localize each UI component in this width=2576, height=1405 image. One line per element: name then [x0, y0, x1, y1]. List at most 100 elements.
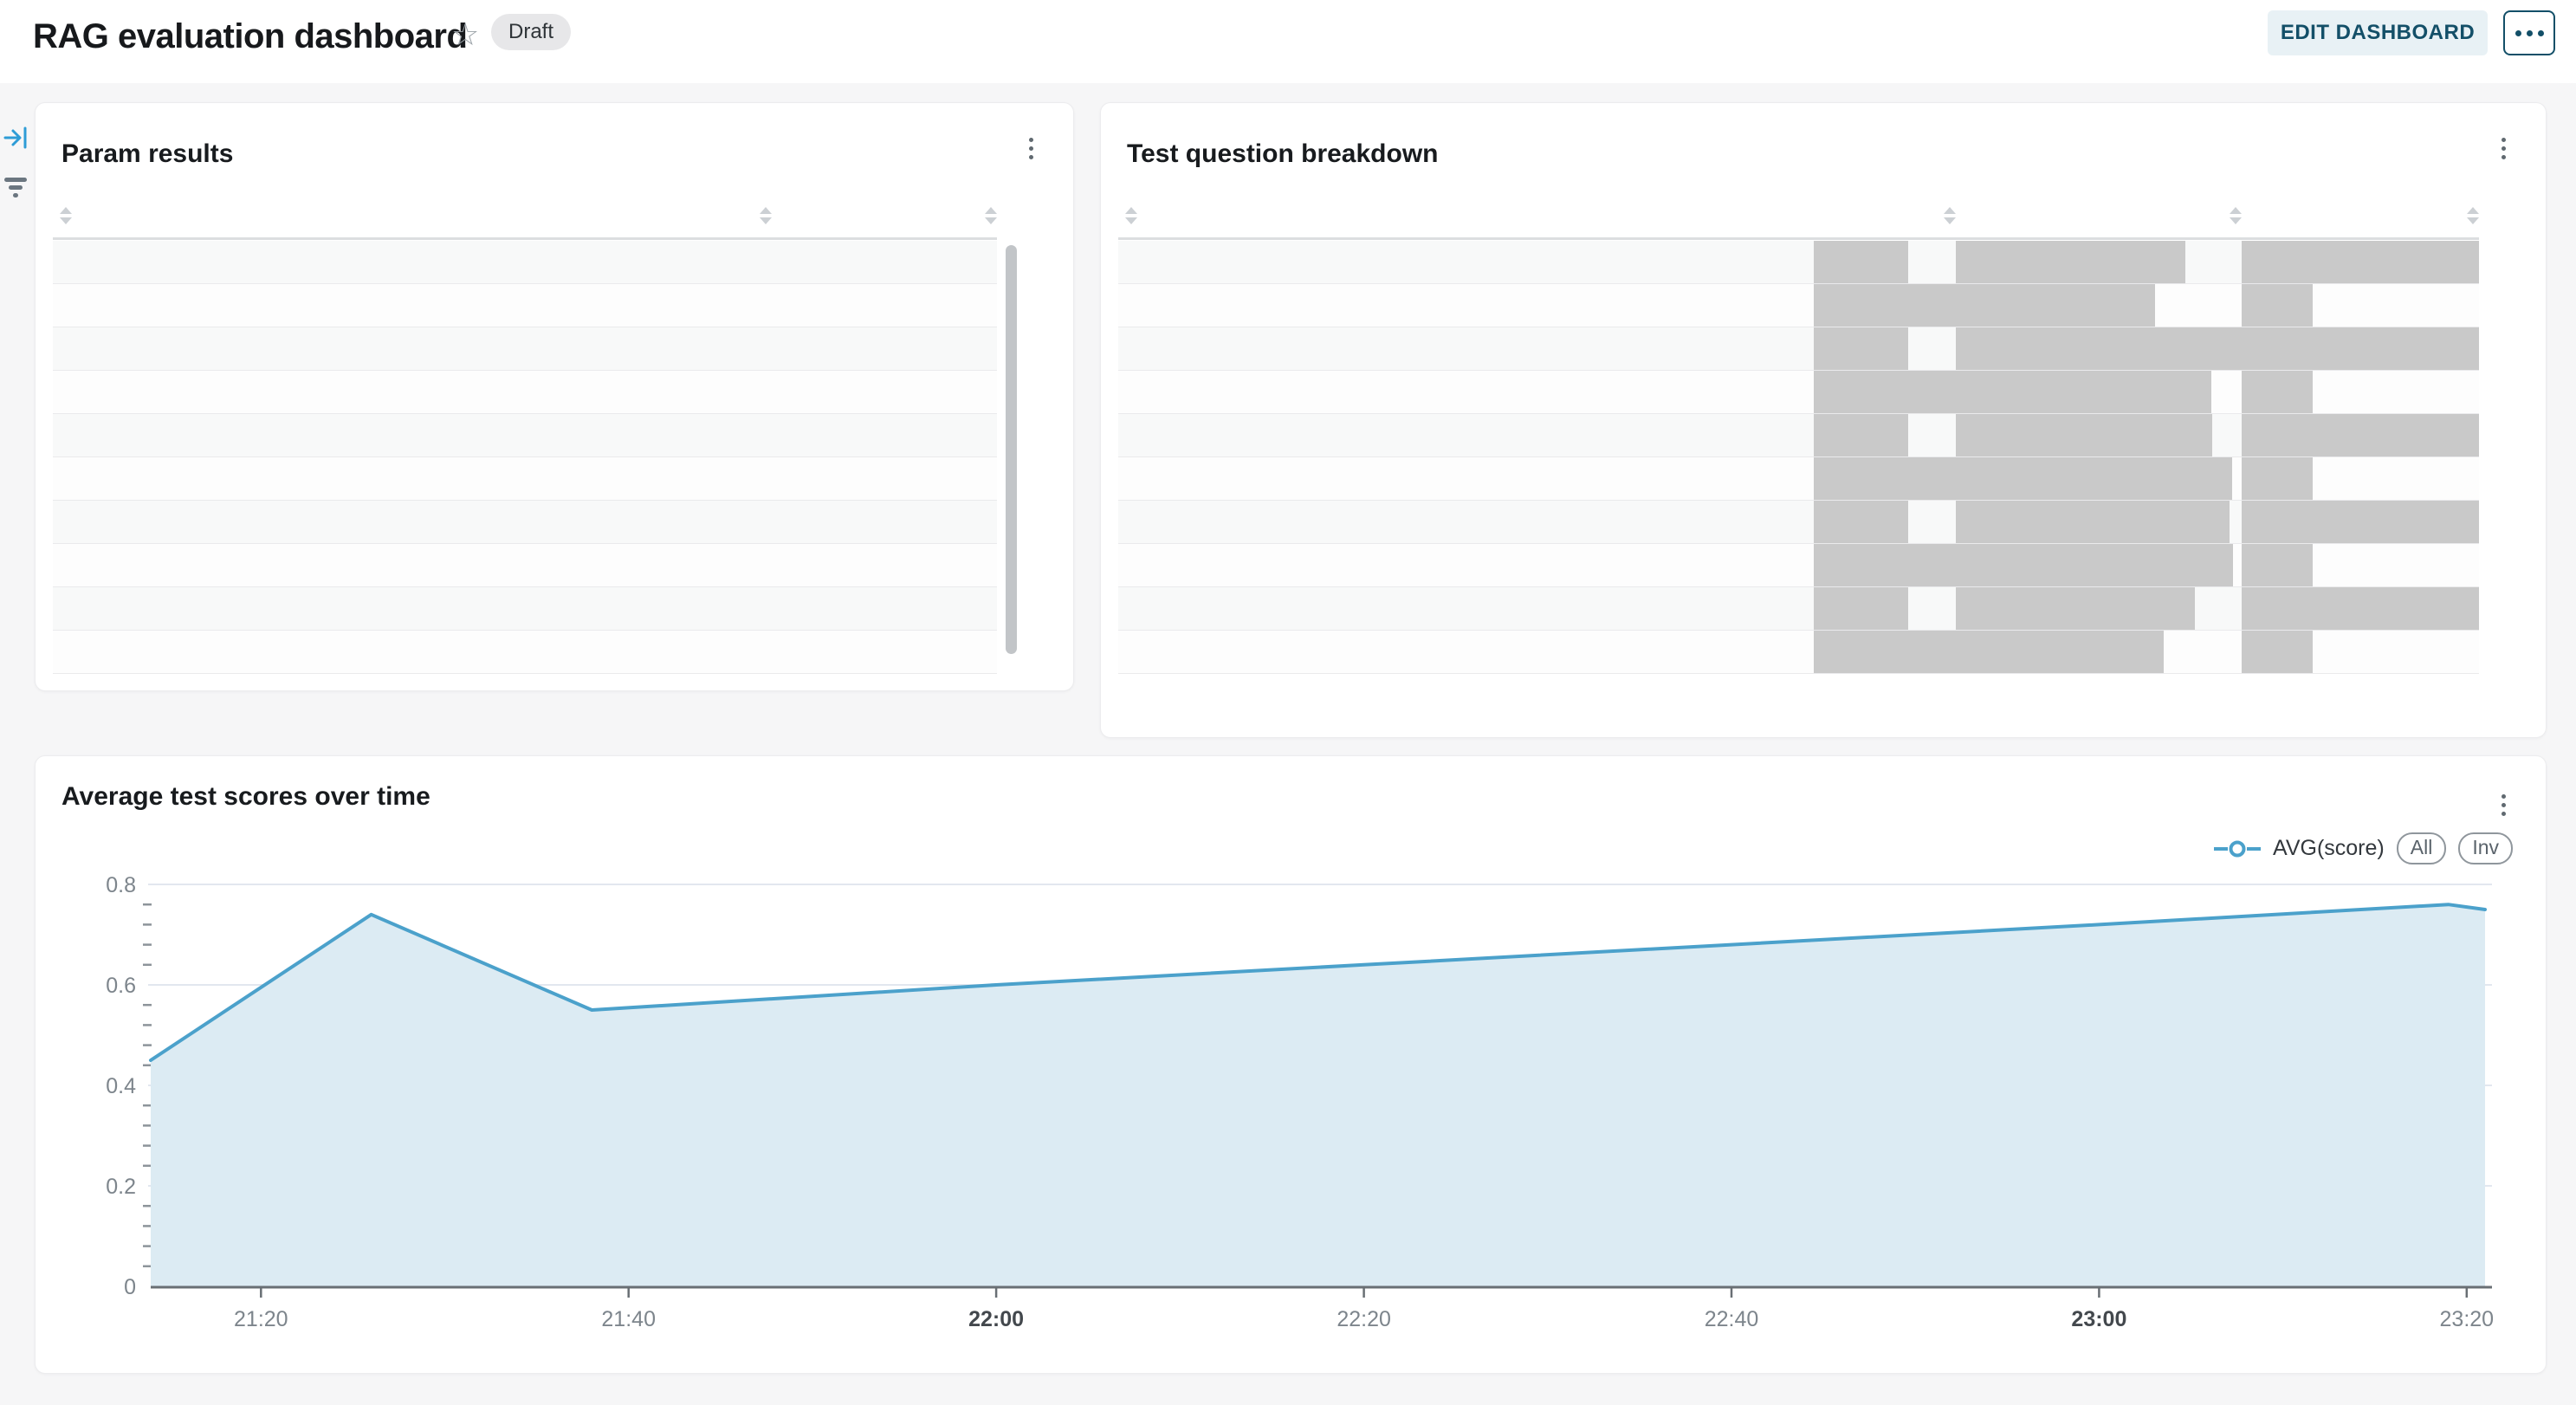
- table-cell: [1956, 371, 2242, 413]
- svg-text:0.4: 0.4: [106, 1074, 136, 1098]
- filter-icon[interactable]: [2, 173, 29, 201]
- table-cell: [573, 587, 772, 630]
- table-cell: [53, 414, 573, 456]
- table-cell: [573, 327, 772, 370]
- data-bar: [1956, 414, 2212, 456]
- table-cell: [2242, 457, 2479, 500]
- edit-dashboard-button[interactable]: EDIT DASHBOARD: [2268, 10, 2488, 55]
- svg-text:21:40: 21:40: [601, 1307, 656, 1331]
- data-bar: [1956, 371, 2211, 413]
- table-cell: [1956, 544, 2242, 586]
- svg-text:22:20: 22:20: [1337, 1307, 1391, 1331]
- sort-icon[interactable]: [2467, 204, 2479, 227]
- table-cell: [1956, 241, 2242, 283]
- data-bar: [2242, 241, 2479, 283]
- data-bar: [1814, 457, 1956, 500]
- table-cell: [1814, 241, 1956, 283]
- panel-menu-button[interactable]: [1022, 131, 1040, 166]
- table-cell: [573, 241, 772, 283]
- svg-text:0.6: 0.6: [106, 974, 136, 998]
- data-bar: [1814, 371, 1956, 413]
- table-cell: [772, 587, 997, 630]
- table-cell: [53, 284, 573, 327]
- table-row: [1118, 241, 2479, 284]
- data-bar: [1956, 284, 2155, 327]
- table-cell: [1814, 371, 1956, 413]
- param-results-panel: Param results: [35, 102, 1074, 691]
- column-header[interactable]: [2242, 197, 2479, 235]
- top-bar: RAG evaluation dashboard ☆ Draft EDIT DA…: [0, 0, 2576, 83]
- svg-text:0.2: 0.2: [106, 1175, 136, 1199]
- table-cell: [2242, 284, 2479, 327]
- panel-menu-button[interactable]: [2495, 131, 2513, 166]
- table-cell: [772, 631, 997, 673]
- table-cell: [1814, 457, 1956, 500]
- data-bar: [1956, 501, 2230, 543]
- table-row: [1118, 457, 2479, 501]
- column-header[interactable]: [772, 197, 997, 235]
- table-cell: [573, 457, 772, 500]
- table-cell: [1956, 631, 2242, 673]
- table-cell: [1956, 457, 2242, 500]
- table-scrollbar[interactable]: [1006, 245, 1017, 654]
- table-cell: [1118, 544, 1814, 586]
- table-row: [1118, 327, 2479, 371]
- column-header[interactable]: [1956, 197, 2242, 235]
- sort-icon[interactable]: [60, 204, 72, 227]
- more-menu-button[interactable]: [2503, 10, 2555, 55]
- table-cell: [1118, 241, 1814, 283]
- svg-text:22:00: 22:00: [968, 1307, 1024, 1331]
- table-row: [1118, 414, 2479, 457]
- sort-icon[interactable]: [2230, 204, 2242, 227]
- sort-icon[interactable]: [1125, 204, 1137, 227]
- table-row: [53, 284, 997, 327]
- table-cell: [2242, 587, 2479, 630]
- table-cell: [573, 501, 772, 543]
- svg-text:23:20: 23:20: [2440, 1307, 2495, 1331]
- collapse-right-icon[interactable]: [3, 125, 29, 151]
- svg-text:23:00: 23:00: [2071, 1307, 2126, 1331]
- data-bar: [1956, 457, 2232, 500]
- table-cell: [1118, 631, 1814, 673]
- table-cell: [1118, 414, 1814, 456]
- table-cell: [1118, 501, 1814, 543]
- table-cell: [1118, 327, 1814, 370]
- header-divider: [53, 237, 997, 240]
- column-header[interactable]: [53, 197, 573, 235]
- table-cell: [1956, 327, 2242, 370]
- scores-over-time-panel: Average test scores over time AVG(score)…: [35, 755, 2547, 1374]
- page-title: RAG evaluation dashboard: [33, 17, 467, 56]
- column-header[interactable]: [573, 197, 772, 235]
- table-cell: [573, 284, 772, 327]
- data-bar: [2242, 631, 2313, 673]
- column-header[interactable]: [1814, 197, 1956, 235]
- svg-text:22:40: 22:40: [1705, 1307, 1759, 1331]
- table-cell: [2242, 544, 2479, 586]
- star-icon[interactable]: ☆: [451, 19, 479, 50]
- table-row: [53, 241, 997, 284]
- table-cell: [772, 544, 997, 586]
- table-cell: [772, 284, 997, 327]
- table-cell: [53, 371, 573, 413]
- column-header[interactable]: [1118, 197, 1814, 235]
- table-cell: [1956, 284, 2242, 327]
- scores-area-chart: 00.20.40.60.821:2021:4022:0022:2022:4023…: [36, 756, 2547, 1375]
- sort-icon[interactable]: [1944, 204, 1956, 227]
- table-row: [1118, 501, 2479, 544]
- data-bar: [2242, 414, 2479, 456]
- table-cell: [573, 544, 772, 586]
- table-cell: [1814, 501, 1956, 543]
- table-row: [53, 414, 997, 457]
- data-bar: [2242, 327, 2479, 370]
- table-cell: [1814, 327, 1956, 370]
- sort-icon[interactable]: [985, 204, 997, 227]
- table-cell: [2242, 414, 2479, 456]
- sort-icon[interactable]: [760, 204, 772, 227]
- table-cell: [53, 327, 573, 370]
- table-row: [53, 544, 997, 587]
- table-row: [53, 587, 997, 631]
- data-bar: [1814, 587, 1908, 630]
- data-bar: [1814, 241, 1908, 283]
- table-cell: [1814, 587, 1956, 630]
- ellipsis-icon: [2527, 30, 2533, 36]
